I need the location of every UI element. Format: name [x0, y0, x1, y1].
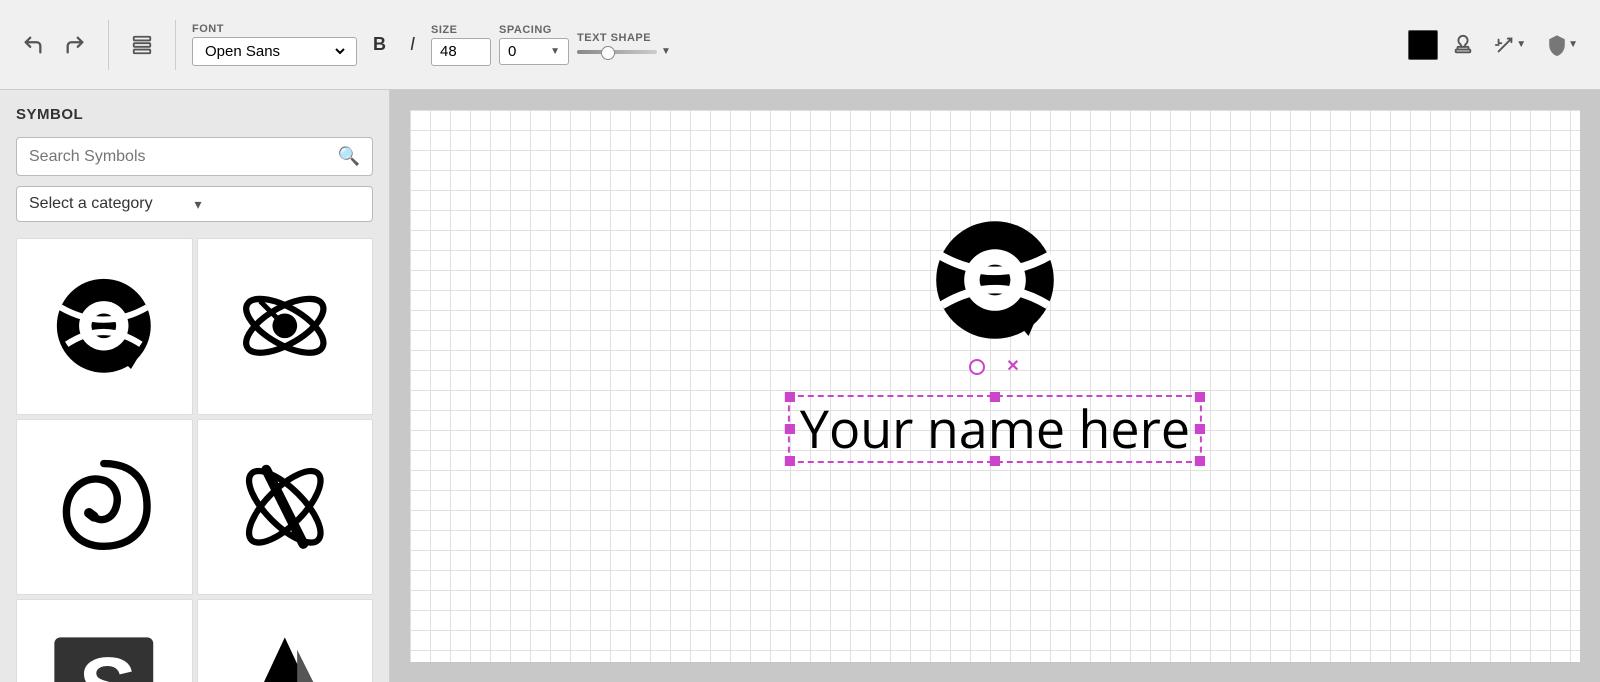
- divider-1: [108, 20, 109, 70]
- magic-wand-button[interactable]: ▼: [1488, 28, 1532, 62]
- category-arrow: ▾: [195, 196, 361, 213]
- canvas-text[interactable]: Your name here: [800, 403, 1190, 455]
- handle-top-left[interactable]: [785, 392, 795, 402]
- symbol-cell-5[interactable]: S: [16, 599, 193, 682]
- shield-arrow[interactable]: ▼: [1568, 39, 1578, 50]
- canvas-area: ✕ Your name here: [390, 90, 1600, 682]
- handle-bottom-right[interactable]: [1195, 456, 1205, 466]
- handle-bottom-left[interactable]: [785, 456, 795, 466]
- category-dropdown[interactable]: Select a category ▾: [16, 186, 373, 222]
- spacing-value: 0: [508, 43, 546, 60]
- size-input[interactable]: [440, 43, 482, 60]
- bold-button[interactable]: B: [365, 28, 394, 61]
- font-select-wrapper[interactable]: Open Sans Arial Times New Roman Georgia …: [192, 37, 357, 66]
- text-shape-arrow[interactable]: ▼: [661, 46, 671, 57]
- layers-button[interactable]: [125, 28, 159, 62]
- handle-middle-right[interactable]: [1195, 424, 1205, 434]
- symbol-cell-6[interactable]: [197, 599, 374, 682]
- canvas-grid: [410, 110, 1580, 662]
- italic-button[interactable]: I: [402, 28, 423, 61]
- text-shape-section: TEXT SHAPE ▼: [577, 32, 671, 57]
- svg-text:S: S: [75, 641, 133, 682]
- sidebar-title: SYMBOL: [16, 106, 373, 123]
- category-label: Select a category: [29, 195, 195, 213]
- text-element[interactable]: Your name here: [788, 395, 1202, 463]
- spacing-select-wrapper[interactable]: 0 ▼: [499, 38, 569, 65]
- text-shape-label: TEXT SHAPE: [577, 32, 671, 44]
- magic-wand-arrow[interactable]: ▼: [1516, 39, 1526, 50]
- font-label: FONT: [192, 23, 357, 35]
- search-wrapper: 🔍: [16, 137, 373, 176]
- size-label: SIZE: [431, 24, 491, 36]
- text-shape-controls: ▼: [577, 46, 671, 57]
- symbol-cell-2[interactable]: [197, 238, 374, 415]
- size-input-wrapper: [431, 38, 491, 66]
- stamp-button[interactable]: [1446, 28, 1480, 62]
- sidebar: SYMBOL 🔍 Select a category ▾: [0, 90, 390, 682]
- symbol-grid: S: [16, 238, 373, 682]
- text-selection-box[interactable]: Your name here: [788, 395, 1202, 463]
- text-shape-slider[interactable]: [577, 50, 657, 54]
- handle-middle-left[interactable]: [785, 424, 795, 434]
- spacing-label: SPACING: [499, 24, 569, 36]
- font-section: FONT Open Sans Arial Times New Roman Geo…: [192, 23, 357, 66]
- symbol-cell-1[interactable]: [16, 238, 193, 415]
- search-icon: 🔍: [338, 146, 360, 167]
- handle-top-right[interactable]: [1195, 392, 1205, 402]
- shield-button[interactable]: ▼: [1540, 28, 1584, 62]
- size-section: SIZE: [431, 24, 491, 66]
- symbol-anchor-dot[interactable]: [969, 359, 985, 375]
- handle-top-middle[interactable]: [990, 392, 1000, 402]
- symbol-anchor-x[interactable]: ✕: [1005, 359, 1021, 375]
- symbol-cell-3[interactable]: [16, 419, 193, 596]
- redo-button[interactable]: [58, 28, 92, 62]
- main-content: SYMBOL 🔍 Select a category ▾: [0, 90, 1600, 682]
- symbol-cell-4[interactable]: [197, 419, 374, 596]
- canvas-symbol[interactable]: ✕: [925, 210, 1065, 375]
- undo-button[interactable]: [16, 28, 50, 62]
- canvas-symbol-svg: [925, 210, 1065, 350]
- handle-bottom-middle[interactable]: [990, 456, 1000, 466]
- spacing-arrow[interactable]: ▼: [550, 46, 560, 57]
- search-input[interactable]: [29, 148, 330, 166]
- canvas[interactable]: ✕ Your name here: [410, 110, 1580, 662]
- font-select[interactable]: Open Sans Arial Times New Roman Georgia …: [201, 42, 348, 61]
- color-swatch[interactable]: [1408, 30, 1438, 60]
- spacing-section: SPACING 0 ▼: [499, 24, 569, 65]
- divider-2: [175, 20, 176, 70]
- toolbar: FONT Open Sans Arial Times New Roman Geo…: [0, 0, 1600, 90]
